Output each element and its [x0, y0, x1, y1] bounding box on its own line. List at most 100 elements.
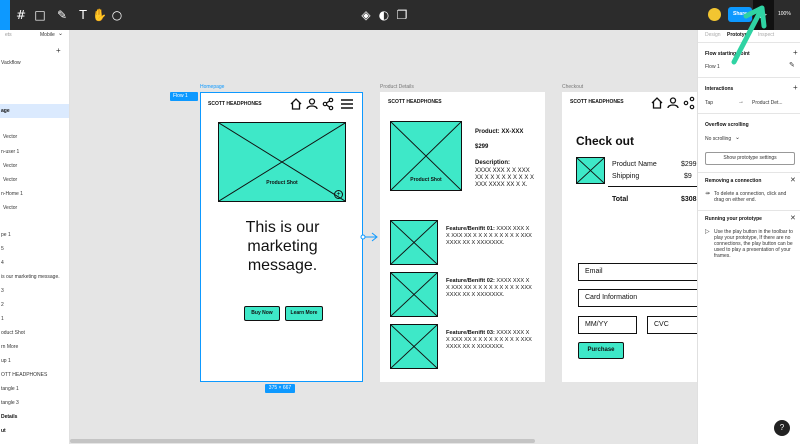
- hand-tool-icon[interactable]: ✋: [92, 8, 107, 22]
- checkout-frame[interactable]: SCOTT HEADPHONES Check out Product Name …: [562, 92, 697, 382]
- properties-panel: Design Prototype Inspect Flow starting p…: [697, 30, 800, 444]
- layer-row[interactable]: rn More: [0, 340, 69, 354]
- design-canvas[interactable]: Flow 1 Homepage SCOTT HEADPHONES Product…: [70, 30, 697, 444]
- homepage-frame[interactable]: SCOTT HEADPHONES Product Shot + This is …: [200, 92, 363, 382]
- layer-row[interactable]: Vackflow: [0, 56, 69, 70]
- prototype-connection-arrow[interactable]: [360, 231, 380, 243]
- mask-icon[interactable]: ◐: [377, 8, 391, 22]
- product-code: Product: XX-XXX: [475, 129, 524, 135]
- running-prototype-text: Use the play button in the toolbar to pl…: [714, 229, 793, 259]
- feature-image-placeholder: [390, 324, 438, 369]
- help-button[interactable]: ?: [774, 420, 790, 436]
- layers-panel: ets Mobile ⌄ + Vackflow age Vector n-user 1…: [0, 30, 70, 444]
- add-interaction-icon[interactable]: +: [793, 83, 798, 92]
- components-icon[interactable]: ◈: [359, 8, 373, 22]
- layer-row[interactable]: oduct Shot: [0, 326, 69, 340]
- layer-row[interactable]: 5: [0, 242, 69, 256]
- layer-row[interactable]: tangle 1: [0, 382, 69, 396]
- boolean-icon[interactable]: ❐: [395, 8, 409, 22]
- feature-text: Feature/Benifit 03: XXXX XXX X X XXX XX …: [446, 330, 534, 351]
- layer-row[interactable]: 3: [0, 284, 69, 298]
- feature-title: Feature/Benifit 03:: [446, 330, 495, 336]
- header-icons: [290, 97, 353, 111]
- remove-connection-heading: Removing a connection: [705, 178, 762, 184]
- product-thumb-placeholder: [576, 157, 605, 184]
- total-label: Total: [612, 196, 629, 203]
- checkout-frame-label[interactable]: Checkout: [562, 84, 583, 90]
- expiry-field[interactable]: MM/YY: [578, 316, 637, 334]
- layer-row[interactable]: n-user 1: [0, 145, 69, 159]
- product-price: $299: [475, 144, 489, 150]
- layer-row[interactable]: Vector: [0, 173, 69, 187]
- feature-text: Feature/Benifit 01: XXXX XXX X X XXX XX …: [446, 226, 534, 247]
- overflow-heading: Overflow scrolling: [705, 122, 749, 128]
- layer-row[interactable]: Vector: [0, 201, 69, 215]
- interactions-heading: Interactions: [705, 86, 734, 92]
- close-icon[interactable]: ✕: [790, 214, 796, 222]
- card-information-field[interactable]: Card Information: [578, 289, 697, 307]
- product-shot-label: Product Shot: [266, 180, 298, 186]
- product-name-price: $299: [681, 161, 697, 168]
- layer-row[interactable]: Vector: [0, 130, 69, 144]
- layer-row[interactable]: OTT HEADPHONES: [0, 368, 69, 382]
- chevron-down-icon[interactable]: ⌄: [735, 134, 740, 141]
- email-field[interactable]: Email: [578, 263, 697, 281]
- product-shot-placeholder: Product Shot +: [218, 122, 346, 202]
- pen-tool-icon[interactable]: ✎: [55, 8, 69, 22]
- feature-title: Feature/Benifit 02:: [446, 278, 495, 284]
- layer-row[interactable]: age: [0, 104, 69, 118]
- product-shot-placeholder: Product Shot: [390, 121, 462, 191]
- brand-title: SCOTT HEADPHONES: [388, 99, 442, 105]
- feature-image-placeholder: [390, 272, 438, 317]
- layer-row[interactable]: is our marketing message.: [0, 270, 69, 284]
- connection-icon: ⇸: [705, 191, 711, 197]
- running-prototype-heading: Running your prototype: [705, 216, 762, 222]
- layer-row[interactable]: 2: [0, 298, 69, 312]
- add-page-icon[interactable]: +: [56, 46, 61, 55]
- layer-row[interactable]: up 1: [0, 354, 69, 368]
- shipping-label: Shipping: [612, 173, 640, 180]
- product-shot-label: Product Shot: [410, 177, 442, 183]
- page-dropdown-icon[interactable]: ⌄: [58, 30, 63, 37]
- header-icons: [651, 96, 695, 110]
- layer-row[interactable]: ut: [0, 424, 69, 438]
- purchase-button[interactable]: Purchase: [578, 342, 624, 359]
- layer-row[interactable]: 4: [0, 256, 69, 270]
- product-details-frame[interactable]: SCOTT HEADPHONES Product Shot Product: X…: [380, 92, 545, 382]
- cvc-field[interactable]: CVC: [647, 316, 697, 334]
- top-toolbar: # □ ✎ T ✋ ○ ◈ ◐ ❐ Share ▷ 100%: [0, 0, 800, 30]
- feature-image-placeholder: [390, 220, 438, 265]
- connection-handle-icon[interactable]: +: [334, 190, 343, 199]
- layer-row[interactable]: pe 1: [0, 228, 69, 242]
- layers-tab[interactable]: ets: [5, 32, 12, 38]
- shape-tool-icon[interactable]: □: [33, 8, 47, 22]
- overflow-select[interactable]: No scrolling: [705, 136, 731, 142]
- learn-more-button[interactable]: Learn More: [285, 306, 323, 321]
- remove-connection-text: To delete a connection, click and drag o…: [714, 191, 787, 203]
- horizontal-scrollbar[interactable]: [70, 439, 535, 443]
- product-details-frame-label[interactable]: Product Details: [380, 84, 414, 90]
- text-tool-icon[interactable]: T: [76, 8, 90, 22]
- comment-tool-icon[interactable]: ○: [110, 8, 124, 22]
- buy-now-button[interactable]: Buy Now: [244, 306, 280, 321]
- main-menu-button[interactable]: [0, 0, 10, 30]
- layer-row[interactable]: Vector: [0, 159, 69, 173]
- frame-tool-icon[interactable]: #: [14, 8, 28, 22]
- page-selector[interactable]: Mobile: [40, 32, 55, 38]
- layer-row[interactable]: 1: [0, 312, 69, 326]
- homepage-frame-label[interactable]: Homepage: [200, 84, 224, 90]
- brand-title: SCOTT HEADPHONES: [570, 99, 624, 105]
- feature-title: Feature/Benifit 01:: [446, 226, 495, 232]
- tap-trigger[interactable]: Tap: [705, 100, 713, 106]
- close-icon[interactable]: ✕: [790, 176, 796, 184]
- layer-row[interactable]: n-Home 1: [0, 187, 69, 201]
- feature-text: Feature/Benifit 02: XXXX XXX X X XXX XX …: [446, 278, 534, 299]
- arrow-right-icon: →: [738, 99, 744, 105]
- layer-row[interactable]: tangle 3: [0, 396, 69, 410]
- tap-target[interactable]: Product Det...: [752, 100, 783, 106]
- checkout-title: Check out: [576, 134, 635, 148]
- show-prototype-settings-button[interactable]: Show prototype settings: [705, 152, 795, 165]
- layer-row[interactable]: Details: [0, 410, 69, 424]
- flow-badge[interactable]: Flow 1: [170, 92, 198, 101]
- summary-divider: [608, 186, 697, 187]
